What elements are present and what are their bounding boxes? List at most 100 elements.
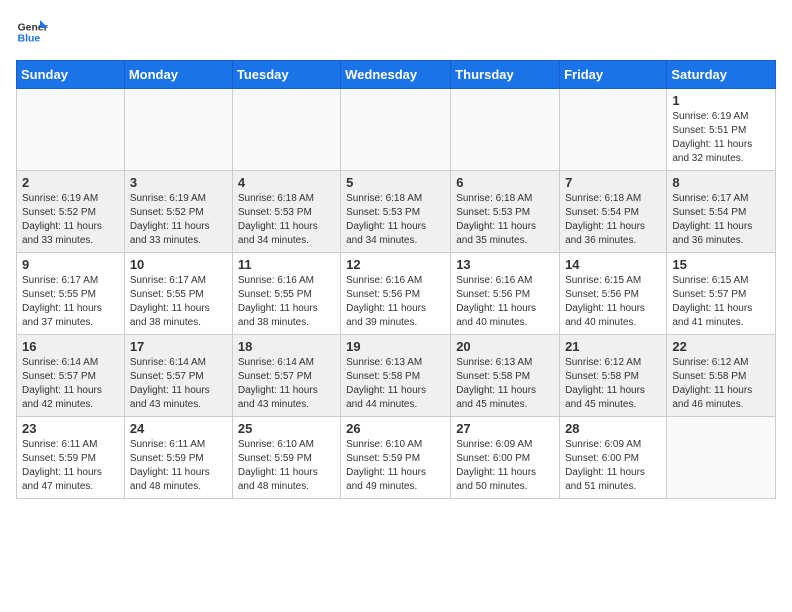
calendar-day-cell: 17 Sunrise: 6:14 AM Sunset: 5:57 PM Dayli… xyxy=(124,335,232,417)
calendar-day-cell xyxy=(124,89,232,171)
calendar-day-cell: 5 Sunrise: 6:18 AM Sunset: 5:53 PM Daylig… xyxy=(341,171,451,253)
day-info: Sunrise: 6:14 AM Sunset: 5:57 PM Dayligh… xyxy=(130,356,227,412)
calendar-day-cell: 1 Sunrise: 6:19 AM Sunset: 5:51 PM Daylig… xyxy=(667,89,776,171)
calendar-day-cell: 12 Sunrise: 6:16 AM Sunset: 5:56 PM Dayli… xyxy=(341,253,451,335)
day-number: 11 xyxy=(238,257,335,272)
calendar: SundayMondayTuesdayWednesdayThursdayFrid… xyxy=(16,60,776,499)
svg-text:Blue: Blue xyxy=(18,34,41,45)
col-header-thursday: Thursday xyxy=(451,61,560,89)
day-info: Sunrise: 6:14 AM Sunset: 5:57 PM Dayligh… xyxy=(238,356,335,412)
day-number: 18 xyxy=(238,339,335,354)
calendar-day-cell xyxy=(451,89,560,171)
day-number: 7 xyxy=(565,175,661,190)
day-info: Sunrise: 6:13 AM Sunset: 5:58 PM Dayligh… xyxy=(456,356,554,412)
day-number: 26 xyxy=(346,421,445,436)
day-info: Sunrise: 6:19 AM Sunset: 5:52 PM Dayligh… xyxy=(22,192,119,248)
day-info: Sunrise: 6:14 AM Sunset: 5:57 PM Dayligh… xyxy=(22,356,119,412)
day-info: Sunrise: 6:18 AM Sunset: 5:53 PM Dayligh… xyxy=(346,192,445,248)
calendar-week-row: 9 Sunrise: 6:17 AM Sunset: 5:55 PM Daylig… xyxy=(17,253,776,335)
calendar-day-cell: 24 Sunrise: 6:11 AM Sunset: 5:59 PM Dayli… xyxy=(124,417,232,499)
logo-icon: General Blue xyxy=(16,16,48,48)
calendar-header-row: SundayMondayTuesdayWednesdayThursdayFrid… xyxy=(17,61,776,89)
day-info: Sunrise: 6:16 AM Sunset: 5:55 PM Dayligh… xyxy=(238,274,335,330)
day-info: Sunrise: 6:17 AM Sunset: 5:54 PM Dayligh… xyxy=(672,192,770,248)
day-info: Sunrise: 6:11 AM Sunset: 5:59 PM Dayligh… xyxy=(130,438,227,494)
calendar-day-cell: 6 Sunrise: 6:18 AM Sunset: 5:53 PM Daylig… xyxy=(451,171,560,253)
day-number: 14 xyxy=(565,257,661,272)
col-header-wednesday: Wednesday xyxy=(341,61,451,89)
day-number: 25 xyxy=(238,421,335,436)
day-info: Sunrise: 6:17 AM Sunset: 5:55 PM Dayligh… xyxy=(22,274,119,330)
day-number: 12 xyxy=(346,257,445,272)
calendar-day-cell: 28Sunrise: 6:09 AM Sunset: 6:00 PM Dayli… xyxy=(560,417,667,499)
day-info: Sunrise: 6:10 AM Sunset: 5:59 PM Dayligh… xyxy=(346,438,445,494)
calendar-day-cell: 18 Sunrise: 6:14 AM Sunset: 5:57 PM Dayli… xyxy=(232,335,340,417)
calendar-day-cell xyxy=(17,89,125,171)
day-info: Sunrise: 6:18 AM Sunset: 5:53 PM Dayligh… xyxy=(238,192,335,248)
col-header-sunday: Sunday xyxy=(17,61,125,89)
day-info: Sunrise: 6:19 AM Sunset: 5:52 PM Dayligh… xyxy=(130,192,227,248)
day-number: 24 xyxy=(130,421,227,436)
day-number: 15 xyxy=(672,257,770,272)
calendar-day-cell xyxy=(560,89,667,171)
calendar-day-cell: 2 Sunrise: 6:19 AM Sunset: 5:52 PM Daylig… xyxy=(17,171,125,253)
calendar-day-cell: 22 Sunrise: 6:12 AM Sunset: 5:58 PM Dayli… xyxy=(667,335,776,417)
day-number: 28 xyxy=(565,421,661,436)
calendar-day-cell: 14Sunrise: 6:15 AM Sunset: 5:56 PM Dayli… xyxy=(560,253,667,335)
calendar-day-cell: 3 Sunrise: 6:19 AM Sunset: 5:52 PM Daylig… xyxy=(124,171,232,253)
day-number: 5 xyxy=(346,175,445,190)
day-number: 20 xyxy=(456,339,554,354)
calendar-day-cell: 11 Sunrise: 6:16 AM Sunset: 5:55 PM Dayli… xyxy=(232,253,340,335)
day-number: 2 xyxy=(22,175,119,190)
day-number: 27 xyxy=(456,421,554,436)
day-number: 1 xyxy=(672,93,770,108)
calendar-day-cell: 16Sunrise: 6:14 AM Sunset: 5:57 PM Dayli… xyxy=(17,335,125,417)
day-number: 17 xyxy=(130,339,227,354)
calendar-day-cell: 27 Sunrise: 6:09 AM Sunset: 6:00 PM Dayli… xyxy=(451,417,560,499)
day-number: 4 xyxy=(238,175,335,190)
day-info: Sunrise: 6:12 AM Sunset: 5:58 PM Dayligh… xyxy=(672,356,770,412)
col-header-monday: Monday xyxy=(124,61,232,89)
day-info: Sunrise: 6:12 AM Sunset: 5:58 PM Dayligh… xyxy=(565,356,661,412)
calendar-week-row: 1 Sunrise: 6:19 AM Sunset: 5:51 PM Daylig… xyxy=(17,89,776,171)
day-info: Sunrise: 6:17 AM Sunset: 5:55 PM Dayligh… xyxy=(130,274,227,330)
day-number: 22 xyxy=(672,339,770,354)
calendar-day-cell: 13 Sunrise: 6:16 AM Sunset: 5:56 PM Dayli… xyxy=(451,253,560,335)
day-number: 21 xyxy=(565,339,661,354)
col-header-friday: Friday xyxy=(560,61,667,89)
calendar-day-cell: 4 Sunrise: 6:18 AM Sunset: 5:53 PM Daylig… xyxy=(232,171,340,253)
day-info: Sunrise: 6:16 AM Sunset: 5:56 PM Dayligh… xyxy=(346,274,445,330)
calendar-day-cell: 25 Sunrise: 6:10 AM Sunset: 5:59 PM Dayli… xyxy=(232,417,340,499)
calendar-day-cell: 19 Sunrise: 6:13 AM Sunset: 5:58 PM Dayli… xyxy=(341,335,451,417)
day-info: Sunrise: 6:16 AM Sunset: 5:56 PM Dayligh… xyxy=(456,274,554,330)
calendar-day-cell xyxy=(667,417,776,499)
day-info: Sunrise: 6:11 AM Sunset: 5:59 PM Dayligh… xyxy=(22,438,119,494)
day-info: Sunrise: 6:13 AM Sunset: 5:58 PM Dayligh… xyxy=(346,356,445,412)
col-header-saturday: Saturday xyxy=(667,61,776,89)
day-number: 6 xyxy=(456,175,554,190)
day-number: 19 xyxy=(346,339,445,354)
calendar-day-cell: 7 Sunrise: 6:18 AM Sunset: 5:54 PM Daylig… xyxy=(560,171,667,253)
day-number: 9 xyxy=(22,257,119,272)
calendar-week-row: 16Sunrise: 6:14 AM Sunset: 5:57 PM Dayli… xyxy=(17,335,776,417)
day-number: 3 xyxy=(130,175,227,190)
day-info: Sunrise: 6:19 AM Sunset: 5:51 PM Dayligh… xyxy=(672,110,770,166)
day-info: Sunrise: 6:18 AM Sunset: 5:54 PM Dayligh… xyxy=(565,192,661,248)
day-info: Sunrise: 6:18 AM Sunset: 5:53 PM Dayligh… xyxy=(456,192,554,248)
calendar-day-cell: 20 Sunrise: 6:13 AM Sunset: 5:58 PM Dayli… xyxy=(451,335,560,417)
day-number: 23 xyxy=(22,421,119,436)
day-info: Sunrise: 6:09 AM Sunset: 6:00 PM Dayligh… xyxy=(456,438,554,494)
day-info: Sunrise: 6:10 AM Sunset: 5:59 PM Dayligh… xyxy=(238,438,335,494)
calendar-day-cell: 10Sunrise: 6:17 AM Sunset: 5:55 PM Dayli… xyxy=(124,253,232,335)
day-number: 13 xyxy=(456,257,554,272)
calendar-day-cell xyxy=(341,89,451,171)
col-header-tuesday: Tuesday xyxy=(232,61,340,89)
logo: General Blue xyxy=(16,16,48,48)
calendar-day-cell: 15 Sunrise: 6:15 AM Sunset: 5:57 PM Dayli… xyxy=(667,253,776,335)
calendar-day-cell: 8Sunrise: 6:17 AM Sunset: 5:54 PM Daylig… xyxy=(667,171,776,253)
calendar-day-cell: 23 Sunrise: 6:11 AM Sunset: 5:59 PM Dayli… xyxy=(17,417,125,499)
calendar-day-cell: 26 Sunrise: 6:10 AM Sunset: 5:59 PM Dayli… xyxy=(341,417,451,499)
calendar-day-cell: 9 Sunrise: 6:17 AM Sunset: 5:55 PM Daylig… xyxy=(17,253,125,335)
day-info: Sunrise: 6:15 AM Sunset: 5:57 PM Dayligh… xyxy=(672,274,770,330)
calendar-week-row: 2 Sunrise: 6:19 AM Sunset: 5:52 PM Daylig… xyxy=(17,171,776,253)
